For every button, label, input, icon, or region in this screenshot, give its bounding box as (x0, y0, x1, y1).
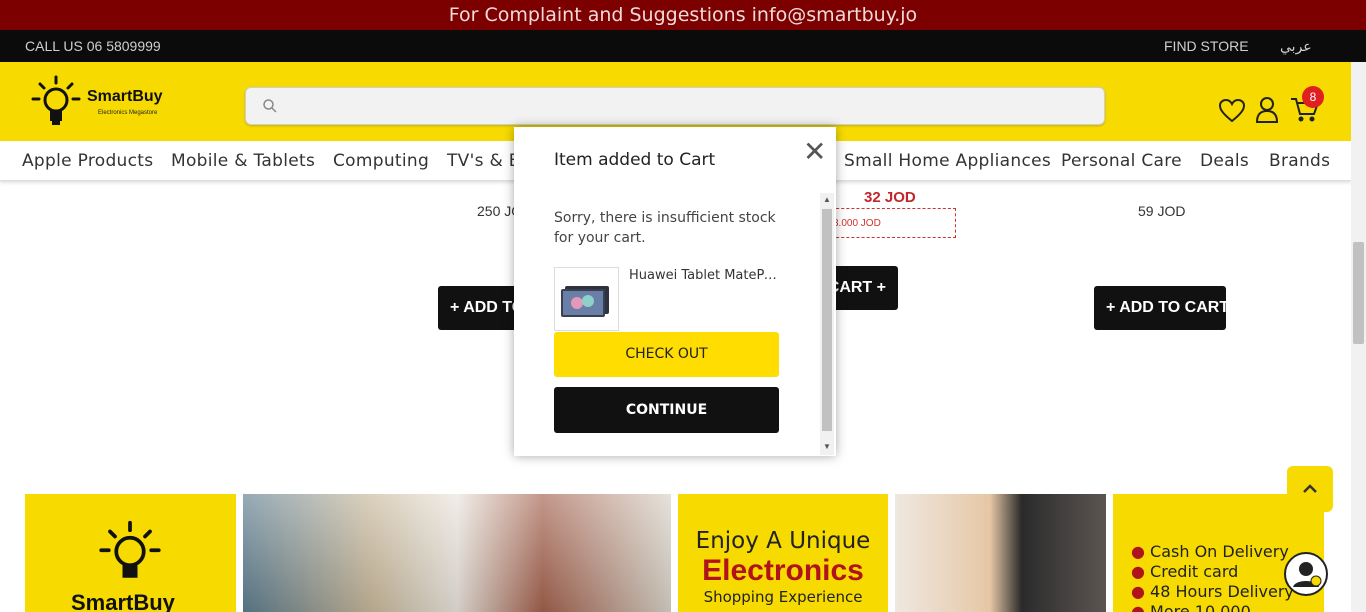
page-scrollbar-thumb[interactable] (1353, 242, 1364, 344)
promo-line-3: Shopping Experience (703, 588, 863, 606)
modal-scrollbar[interactable]: ▲ ▼ (820, 193, 834, 455)
logo-tagline: Electronics Megastore (98, 110, 158, 116)
kitchen-photo-banner[interactable] (895, 494, 1106, 612)
add-to-cart-button[interactable]: + ADD TO CART (1094, 286, 1226, 330)
search-input[interactable] (245, 87, 1105, 125)
logo-banner[interactable]: SmartBuy (25, 494, 236, 612)
product-name[interactable]: Huawei Tablet MatePad (629, 268, 779, 283)
scroll-down-arrow-icon[interactable]: ▼ (823, 442, 831, 451)
page: For Complaint and Suggestions info@smart… (0, 0, 1366, 612)
stock-warning-message: Sorry, there is insufficient stock for y… (554, 210, 776, 246)
product-price: 59 JOD (1138, 203, 1186, 219)
modal-scrollbar-thumb[interactable] (822, 209, 832, 431)
chat-support-icon[interactable] (1283, 551, 1329, 597)
promo-banner[interactable]: Enjoy A Unique Electronics Shopping Expe… (678, 494, 888, 612)
close-icon[interactable]: ✕ (803, 135, 826, 168)
promo-line-1: Enjoy A Unique (695, 528, 871, 554)
cart-count-badge: 8 (1302, 86, 1324, 108)
scroll-to-top-button[interactable] (1287, 466, 1333, 512)
students-photo-banner[interactable] (243, 494, 671, 612)
nav-item-brands[interactable]: Brands (1269, 151, 1330, 171)
nav-item-small-home-appliances[interactable]: Small Home Appliances (844, 151, 1051, 171)
cart-modal: Item added to Cart ✕ Sorry, there is ins… (514, 127, 836, 456)
checkout-button[interactable]: CHECK OUT (554, 332, 779, 377)
feature-item: ● More 10,000 Products (1131, 602, 1251, 612)
nav-item-computing[interactable]: Computing (333, 151, 429, 171)
modal-title: Item added to Cart (554, 150, 716, 170)
find-store-link[interactable]: FIND STORE (1164, 38, 1249, 54)
bulb-icon (31, 75, 81, 125)
product-thumbnail[interactable] (554, 267, 619, 331)
search-icon (263, 99, 277, 113)
nav-item-apple-products[interactable]: Apple Products (22, 151, 153, 171)
announcement-bar: For Complaint and Suggestions info@smart… (0, 0, 1366, 30)
bulb-icon (99, 520, 161, 578)
top-bar: CALL US 06 5809999 FIND STORE عربي (0, 30, 1366, 62)
chevron-up-icon (1303, 484, 1317, 493)
logo-text: SmartBuy (87, 88, 163, 105)
nav-item-deals[interactable]: Deals (1200, 151, 1249, 171)
product-sale-price: 32 JOD (864, 189, 916, 206)
call-us-link[interactable]: CALL US 06 5809999 (25, 38, 161, 54)
account-user-icon[interactable] (1255, 96, 1279, 124)
nav-item-mobile-tablets[interactable]: Mobile & Tablets (171, 151, 315, 171)
language-switch[interactable]: عربي (1280, 38, 1312, 55)
scroll-up-arrow-icon[interactable]: ▲ (823, 195, 831, 204)
wishlist-heart-icon[interactable] (1218, 98, 1246, 124)
promo-line-2: Electronics (702, 554, 864, 587)
logo[interactable]: SmartBuy Electronics Megastore (30, 74, 180, 130)
banner-logo-text: SmartBuy (71, 590, 175, 612)
page-scrollbar[interactable] (1351, 62, 1366, 612)
continue-button[interactable]: CONTINUE (554, 387, 779, 433)
product-old-price: 3.000 JOD (826, 208, 956, 238)
tablet-image (561, 286, 609, 317)
nav-item-personal-care[interactable]: Personal Care (1061, 151, 1182, 171)
